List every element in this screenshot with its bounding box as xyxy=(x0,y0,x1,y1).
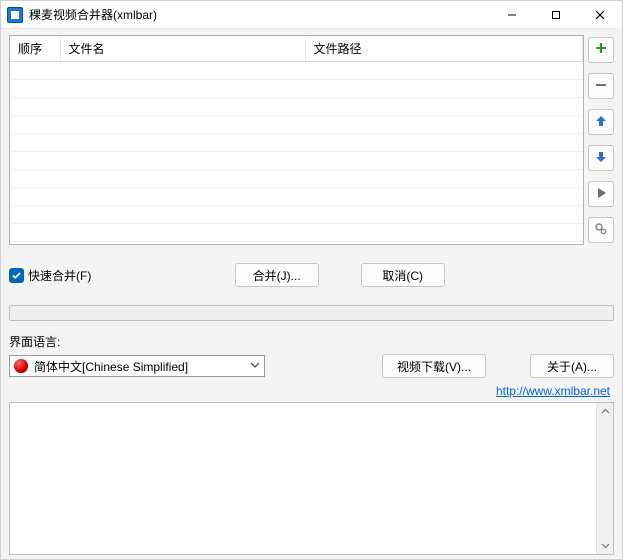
table-row xyxy=(10,116,583,134)
app-window: 稞麦视频合并器(xmlbar) 顺序 文件名 xyxy=(0,0,623,560)
titlebar: 稞麦视频合并器(xmlbar) xyxy=(1,1,622,29)
table-row xyxy=(10,170,583,188)
window-controls xyxy=(490,1,622,29)
column-header-order[interactable]: 顺序 xyxy=(10,36,60,62)
fast-merge-checkbox[interactable]: 快速合并(F) xyxy=(9,267,91,284)
merge-button[interactable]: 合并(J)... xyxy=(235,263,319,287)
play-button[interactable] xyxy=(588,181,614,207)
fast-merge-label: 快速合并(F) xyxy=(28,267,91,284)
table-row xyxy=(10,152,583,170)
table-row xyxy=(10,188,583,206)
language-row: 简体中文[Chinese Simplified] 视频下载(V)... 关于(A… xyxy=(9,354,614,378)
log-textarea[interactable] xyxy=(9,402,614,555)
chevron-down-icon xyxy=(250,359,260,373)
table-row xyxy=(10,62,583,80)
download-button[interactable]: 视频下载(V)... xyxy=(382,354,486,378)
table-row xyxy=(10,134,583,152)
cancel-button[interactable]: 取消(C) xyxy=(361,263,445,287)
add-button[interactable] xyxy=(588,37,614,63)
action-row: 快速合并(F) 合并(J)... 取消(C) xyxy=(9,263,614,287)
progress-bar xyxy=(9,305,614,321)
language-combobox[interactable]: 简体中文[Chinese Simplified] xyxy=(9,355,265,377)
table-body xyxy=(10,62,583,242)
arrow-up-icon xyxy=(594,114,608,131)
settings-button[interactable] xyxy=(588,217,614,243)
move-up-button[interactable] xyxy=(588,109,614,135)
minus-icon xyxy=(594,78,608,95)
file-table[interactable]: 顺序 文件名 文件路径 xyxy=(9,35,584,245)
language-label: 界面语言: xyxy=(9,333,614,350)
move-down-button[interactable] xyxy=(588,145,614,171)
language-selected: 简体中文[Chinese Simplified] xyxy=(34,358,244,375)
table-row xyxy=(10,80,583,98)
scrollbar[interactable] xyxy=(596,403,613,554)
column-header-path[interactable]: 文件路径 xyxy=(305,36,583,62)
window-title: 稞麦视频合并器(xmlbar) xyxy=(29,6,490,23)
content-area: 顺序 文件名 文件路径 xyxy=(1,29,622,559)
maximize-button[interactable] xyxy=(534,1,578,29)
flag-icon xyxy=(14,359,28,373)
arrow-down-icon xyxy=(594,150,608,167)
close-button[interactable] xyxy=(578,1,622,29)
checkbox-icon xyxy=(9,268,24,283)
gear-icon xyxy=(594,222,608,239)
play-icon xyxy=(594,186,608,203)
column-header-name[interactable]: 文件名 xyxy=(60,36,305,62)
plus-icon xyxy=(594,42,608,59)
app-icon xyxy=(7,7,23,23)
table-row xyxy=(10,224,583,242)
scroll-up-icon[interactable] xyxy=(597,403,613,420)
minimize-button[interactable] xyxy=(490,1,534,29)
website-link[interactable]: http://www.xmlbar.net xyxy=(496,384,610,398)
link-row: http://www.xmlbar.net xyxy=(9,384,614,398)
scroll-down-icon[interactable] xyxy=(597,537,613,554)
side-toolbar xyxy=(588,35,614,245)
table-row xyxy=(10,98,583,116)
remove-button[interactable] xyxy=(588,73,614,99)
table-row xyxy=(10,206,583,224)
about-button[interactable]: 关于(A)... xyxy=(530,354,614,378)
file-list-area: 顺序 文件名 文件路径 xyxy=(9,35,614,245)
